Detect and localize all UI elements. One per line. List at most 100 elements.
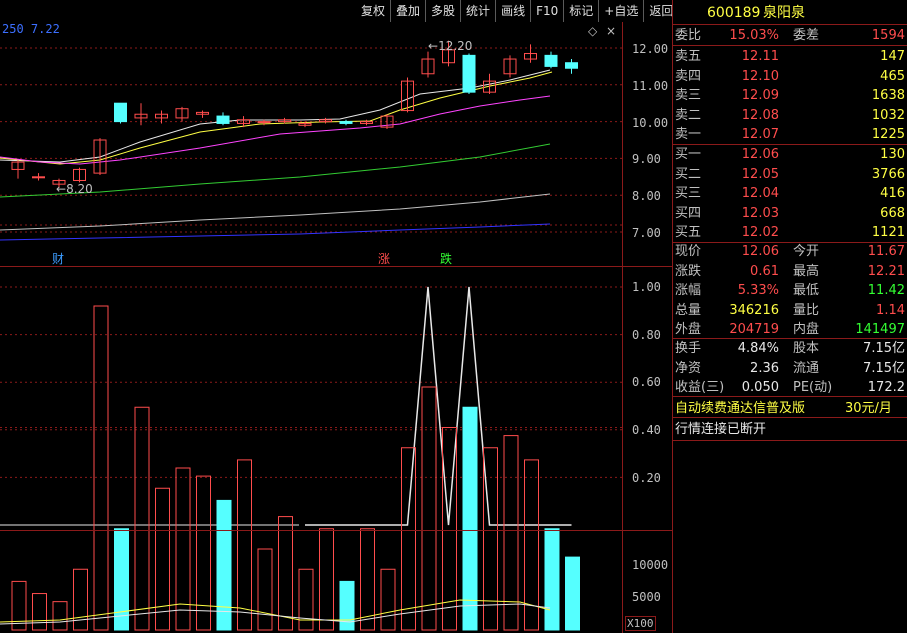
candle-body [462, 54, 476, 93]
ask-price: 12.07 [741, 127, 779, 143]
volume-bar [32, 593, 47, 631]
weibi-value: 15.03% [729, 28, 779, 43]
volume-bar [257, 548, 273, 631]
axis-divider [622, 22, 623, 633]
stat-value: 172.2 [867, 380, 905, 396]
stats2-row: 净资 2.36 流通 7.15亿 [675, 359, 907, 378]
candle-body [565, 62, 578, 69]
ask-volume: 1638 [871, 88, 905, 104]
volume-bar [155, 487, 170, 631]
volume-bar [196, 475, 211, 631]
stat-label: 最低 [793, 283, 820, 299]
bid-volume: 668 [880, 205, 905, 221]
ask-label: 卖二 [675, 107, 702, 123]
volume-bar [380, 568, 396, 631]
bid-price: 12.04 [741, 186, 779, 202]
toolbar-button-6[interactable]: 标记 [564, 0, 600, 22]
quote-panel: 600189 泉阳泉 委比 15.03% 委差 1594 卖五 12.11 147 卖… [673, 0, 907, 633]
quote-sep-8 [673, 440, 907, 441]
volume-bar [360, 528, 375, 631]
ask-label: 卖一 [675, 127, 702, 143]
ask-price: 12.09 [741, 88, 779, 104]
low-annotation: ←8.20 [56, 182, 93, 196]
price-tick-label: 11.00 [632, 79, 669, 93]
stat-label: 收益(三) [675, 380, 725, 396]
toolbar-button-1[interactable]: 叠加 [391, 0, 427, 22]
bid-label: 买四 [675, 205, 702, 221]
stats-row: 涨跌 0.61 最高 12.21 [675, 262, 907, 281]
ask-volume: 147 [880, 49, 905, 64]
stock-chart[interactable] [0, 22, 672, 633]
stat-label: 换手 [675, 341, 702, 356]
asks-row: 卖三 12.09 1638 [675, 86, 907, 105]
bids-row: 买三 12.04 416 [675, 184, 907, 203]
toolbar-button-4[interactable]: 画线 [496, 0, 532, 22]
quote-sep-6 [673, 396, 907, 397]
stat-value: 11.42 [867, 283, 905, 299]
bid-volume: 1121 [871, 225, 905, 241]
volume-bar [565, 556, 580, 631]
volume-unit[interactable]: X100 [625, 616, 656, 631]
stat-value: 204719 [729, 322, 779, 338]
price-tick-label: 8.00 [632, 189, 661, 203]
toolbar-button-0[interactable]: 复权 [356, 0, 392, 22]
candle-body [257, 121, 271, 124]
stat-value: 11.67 [867, 244, 905, 259]
stat-value: 12.06 [741, 244, 779, 259]
toolbar-button-2[interactable]: 多股 [426, 0, 462, 22]
ma-label: 250 7.22 [2, 22, 60, 36]
stock-code: 600189 [707, 5, 761, 21]
stat-value: 0.61 [750, 263, 779, 279]
volume-bar [114, 528, 129, 631]
volume-bar [401, 447, 416, 631]
toolbar-button-7[interactable]: +自选 [599, 0, 645, 22]
high-annotation-value: 12.20 [438, 39, 473, 53]
asks-row: 卖四 12.10 465 [675, 67, 907, 86]
stat-label: 流通 [793, 360, 820, 376]
stock-header: 600189 泉阳泉 [675, 4, 907, 24]
event-marker-finance[interactable]: 财 [52, 250, 64, 267]
toolbar-button-5[interactable]: F10 [531, 0, 565, 22]
price-tick-label: 10.00 [632, 116, 669, 130]
stats2-row: 收益(三) 0.050 PE(动) 172.2 [675, 378, 907, 397]
promo-price[interactable]: 30元/月 [845, 399, 892, 418]
stats-row: 外盘 204719 内盘 141497 [675, 320, 907, 339]
quote-sep-1 [673, 24, 907, 25]
promo-text[interactable]: 自动续费通达信普及版 [675, 399, 805, 418]
stats2-row: 换手 4.84% 股本 7.15亿 [675, 339, 907, 358]
ask-label: 卖五 [675, 49, 702, 64]
stat-label: 净资 [675, 360, 702, 376]
bid-label: 买五 [675, 225, 702, 241]
weibi-row: 委比 15.03% 委差 1594 [675, 26, 907, 45]
stat-value: 2.36 [750, 360, 779, 376]
stat-label: 涨幅 [675, 283, 702, 299]
event-marker-up[interactable]: 涨 [378, 250, 390, 267]
diamond-icon[interactable]: ◇ [588, 24, 597, 38]
bid-volume: 3766 [871, 166, 905, 182]
low-annotation-value: 8.20 [66, 182, 93, 196]
ma-line-2 [0, 95, 551, 165]
stat-label: 外盘 [675, 322, 702, 338]
asks-row: 卖五 12.11 147 [675, 47, 907, 66]
event-marker-down[interactable]: 跌 [440, 250, 452, 267]
asks-row: 卖一 12.07 1225 [675, 125, 907, 144]
bid-price: 12.06 [741, 147, 779, 162]
stat-value: 7.15亿 [863, 341, 905, 356]
stat-value: 4.84% [737, 341, 779, 356]
stat-label: 股本 [793, 341, 820, 356]
volume-bar [237, 459, 252, 631]
volume-bar [298, 568, 314, 631]
candle-body [544, 54, 558, 67]
ask-volume: 465 [880, 68, 905, 84]
indicator-tick-label: 0.80 [632, 328, 661, 342]
ask-label: 卖四 [675, 68, 702, 84]
stats-row: 总量 346216 量比 1.14 [675, 301, 907, 320]
close-icon[interactable]: × [606, 24, 616, 38]
price-tick-label: 7.00 [632, 226, 661, 240]
toolbar-button-3[interactable]: 统计 [461, 0, 497, 22]
volume-bar [462, 406, 478, 631]
signal-line [305, 286, 572, 526]
bid-price: 12.05 [741, 166, 779, 182]
volume-bar [319, 528, 334, 631]
promo-row[interactable]: 自动续费通达信普及版 30元/月 [675, 399, 907, 418]
